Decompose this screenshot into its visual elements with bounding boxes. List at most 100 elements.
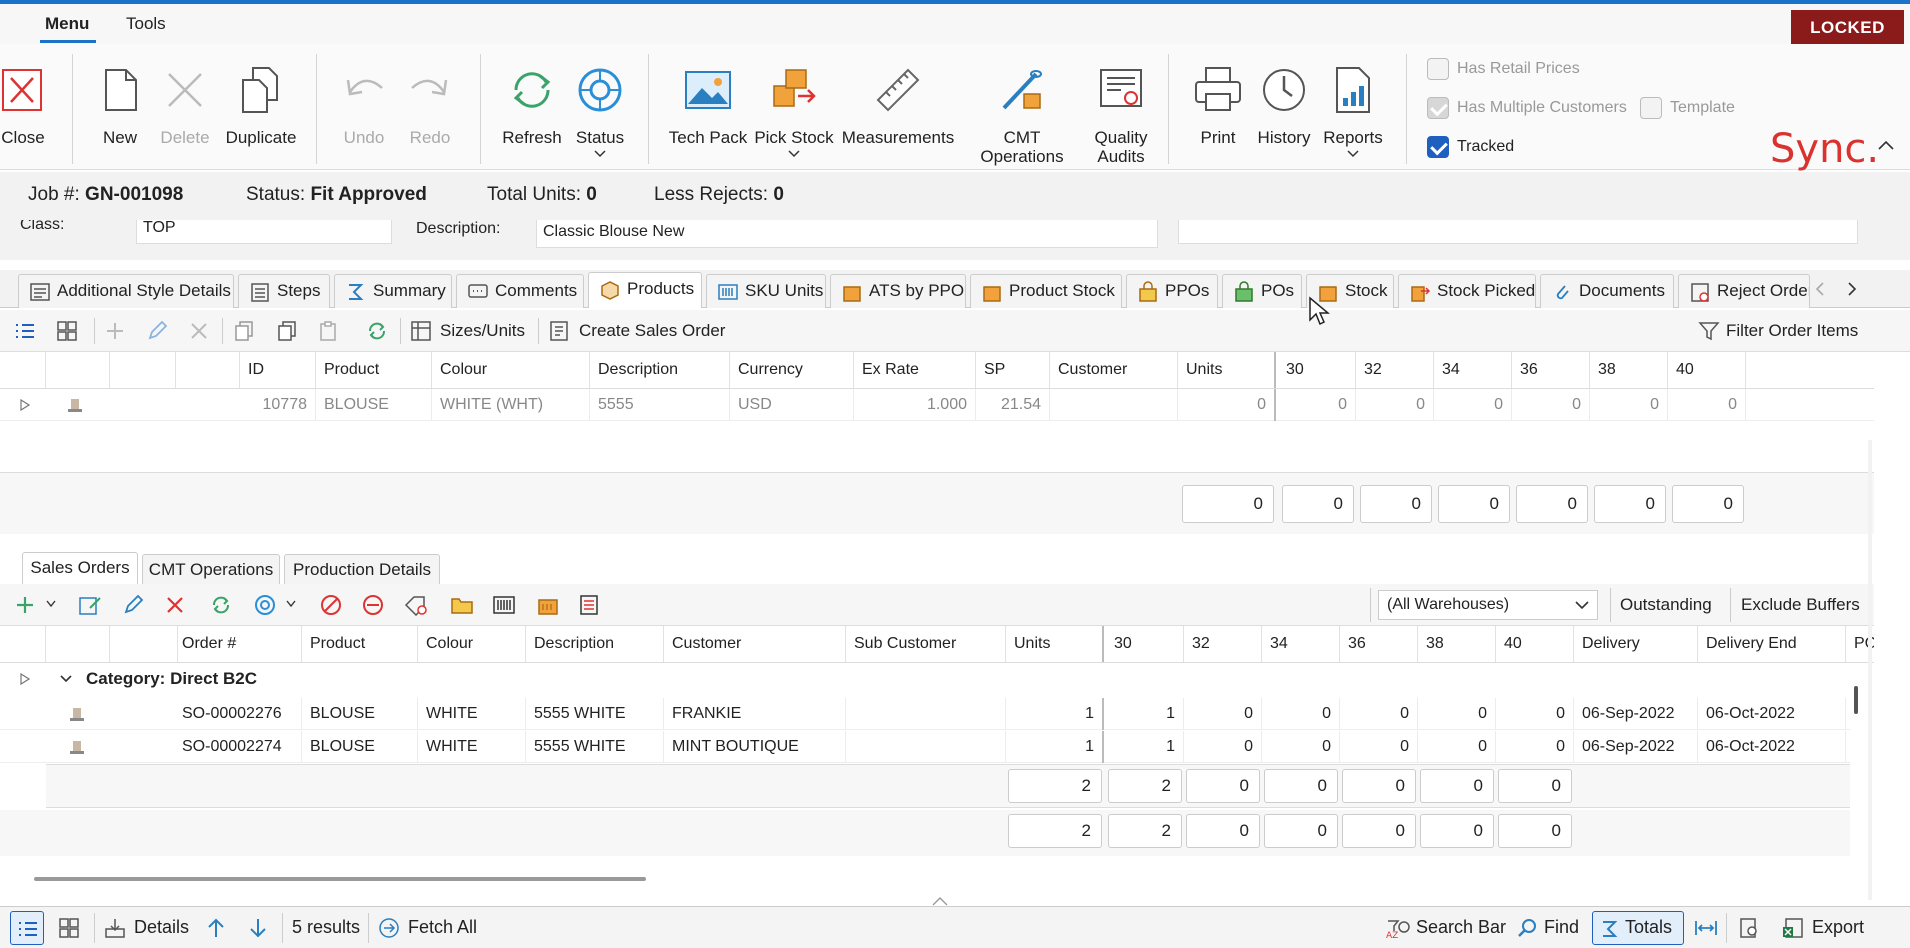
list-view-icon[interactable] — [14, 320, 36, 342]
column-header[interactable]: Ex Rate — [854, 352, 976, 388]
tab-pos[interactable]: POs — [1222, 274, 1302, 308]
column-header[interactable]: Description — [590, 352, 730, 388]
print-preview-icon[interactable] — [1738, 917, 1760, 939]
edit-icon[interactable] — [146, 320, 168, 342]
tab-sku-units[interactable]: SKU Units — [706, 274, 826, 308]
measurements-button[interactable]: Measurements — [840, 54, 956, 164]
table-row[interactable]: SO-00002276 BLOUSE WHITE 5555 WHITE FRAN… — [0, 698, 1850, 730]
column-header[interactable]: 32 — [1184, 626, 1262, 662]
expand-row-icon[interactable] — [20, 399, 30, 411]
tab-sales-orders[interactable]: Sales Orders — [22, 552, 138, 586]
column-header[interactable]: Delivery End — [1698, 626, 1846, 662]
column-header[interactable]: 36 — [1340, 626, 1418, 662]
table-row[interactable]: 10778 BLOUSE WHITE (WHT) 5555 USD 1.000 … — [0, 389, 1874, 421]
add-icon[interactable] — [104, 320, 126, 342]
tab-ats-by-ppo[interactable]: ATS by PPO — [830, 274, 966, 308]
horizontal-scrollbar-thumb[interactable] — [34, 877, 646, 881]
barcode-icon[interactable] — [492, 594, 516, 616]
has-retail-prices-checkbox[interactable]: Has Retail Prices — [1427, 58, 1580, 80]
column-header[interactable]: Product — [316, 352, 432, 388]
undo-button[interactable]: Undo — [334, 54, 394, 164]
status-icon[interactable] — [254, 594, 278, 616]
tab-documents[interactable]: Documents — [1540, 274, 1674, 308]
chevron-down-icon[interactable] — [46, 600, 56, 608]
find-button[interactable]: Find — [1544, 917, 1579, 938]
delete-icon[interactable] — [188, 320, 210, 342]
delete-button[interactable]: Delete — [155, 54, 215, 164]
edit-order-icon[interactable] — [78, 594, 102, 616]
sizes-units-button[interactable]: Sizes/Units — [440, 321, 525, 341]
tab-ppos[interactable]: PPOs — [1126, 274, 1218, 308]
report-icon[interactable] — [578, 594, 600, 616]
tab-stock-picked[interactable]: Stock Picked — [1398, 274, 1536, 308]
warehouse-select[interactable]: (All Warehouses) — [1378, 590, 1598, 620]
tab-product-stock[interactable]: Product Stock — [970, 274, 1122, 308]
column-header[interactable]: 32 — [1356, 352, 1434, 388]
menu-tab-menu[interactable]: Menu — [45, 14, 89, 34]
history-button[interactable]: History — [1252, 54, 1316, 164]
column-header[interactable]: Units — [1178, 352, 1276, 388]
tab-reject-order[interactable]: Reject Order — [1678, 274, 1810, 308]
refresh-icon[interactable] — [366, 320, 388, 342]
refresh-icon[interactable] — [210, 594, 232, 616]
collapse-ribbon-icon[interactable] — [1878, 140, 1894, 150]
arrow-up-icon[interactable] — [206, 917, 226, 939]
column-header[interactable]: 34 — [1434, 352, 1512, 388]
tab-additional-style-details[interactable]: Additional Style Details — [18, 274, 234, 308]
fetch-all-button[interactable]: Fetch All — [408, 917, 477, 938]
column-header[interactable]: ID — [240, 352, 316, 388]
column-header[interactable]: 38 — [1590, 352, 1668, 388]
column-header[interactable]: Product — [302, 626, 418, 662]
collapse-group-icon[interactable] — [60, 675, 72, 683]
column-header[interactable]: 38 — [1418, 626, 1496, 662]
list-view-toggle[interactable] — [10, 911, 44, 945]
fit-columns-icon[interactable] — [1694, 917, 1718, 939]
description-input[interactable]: Classic Blouse New — [536, 216, 1158, 248]
tab-production-details[interactable]: Production Details — [284, 554, 440, 586]
column-header[interactable]: 34 — [1262, 626, 1340, 662]
column-header[interactable]: Units — [1006, 626, 1104, 662]
details-button[interactable]: Details — [134, 917, 189, 938]
tracked-checkbox[interactable]: Tracked — [1427, 136, 1514, 158]
template-checkbox[interactable]: Template — [1640, 97, 1735, 119]
card-view-icon[interactable] — [56, 320, 78, 342]
column-header[interactable]: Customer — [1050, 352, 1178, 388]
filter-order-items-button[interactable]: Filter Order Items — [1726, 321, 1858, 341]
close-button[interactable]: Close — [0, 54, 46, 164]
column-header[interactable]: Sub Customer — [846, 626, 1006, 662]
create-sales-order-button[interactable]: Create Sales Order — [579, 321, 725, 341]
copy-icon[interactable] — [234, 320, 256, 342]
scroll-tabs-right-icon[interactable] — [1846, 282, 1858, 296]
chevron-down-icon[interactable] — [286, 600, 296, 608]
column-header[interactable]: Currency — [730, 352, 854, 388]
tab-products[interactable]: Products — [588, 272, 702, 308]
has-multiple-customers-checkbox[interactable]: Has Multiple Customers — [1427, 97, 1627, 119]
pick-stock-button[interactable]: Pick Stock — [754, 54, 834, 164]
column-header[interactable]: Description — [526, 626, 664, 662]
tab-summary[interactable]: Summary — [334, 274, 452, 308]
tech-pack-button[interactable]: Tech Pack — [668, 54, 748, 164]
refresh-button[interactable]: Refresh — [500, 54, 564, 164]
redo-button[interactable]: Redo — [400, 54, 460, 164]
duplicate-button[interactable]: Duplicate — [222, 54, 300, 164]
print-button[interactable]: Print — [1186, 54, 1250, 164]
tab-cmt-operations[interactable]: CMT Operations — [142, 554, 280, 586]
expand-row-icon[interactable] — [20, 673, 30, 685]
status-button[interactable]: Status — [570, 54, 630, 164]
scroll-tabs-left-icon[interactable] — [1814, 282, 1826, 296]
column-header[interactable]: 30 — [1106, 626, 1184, 662]
vertical-scrollbar-thumb[interactable] — [1854, 686, 1858, 714]
arrow-down-icon[interactable] — [248, 917, 268, 939]
column-header[interactable]: Colour — [418, 626, 526, 662]
stock-icon[interactable] — [536, 594, 560, 616]
cmt-operations-button[interactable]: CMT Operations — [962, 54, 1082, 166]
card-view-icon[interactable] — [58, 917, 80, 939]
menu-tab-tools[interactable]: Tools — [126, 14, 166, 34]
outstanding-toggle[interactable]: Outstanding — [1620, 595, 1712, 615]
column-header[interactable]: Customer — [664, 626, 846, 662]
column-header[interactable]: SP — [976, 352, 1050, 388]
column-header[interactable]: 40 — [1496, 626, 1574, 662]
column-header[interactable]: 36 — [1512, 352, 1590, 388]
cancel-icon[interactable] — [320, 594, 342, 616]
column-header[interactable]: 40 — [1668, 352, 1746, 388]
